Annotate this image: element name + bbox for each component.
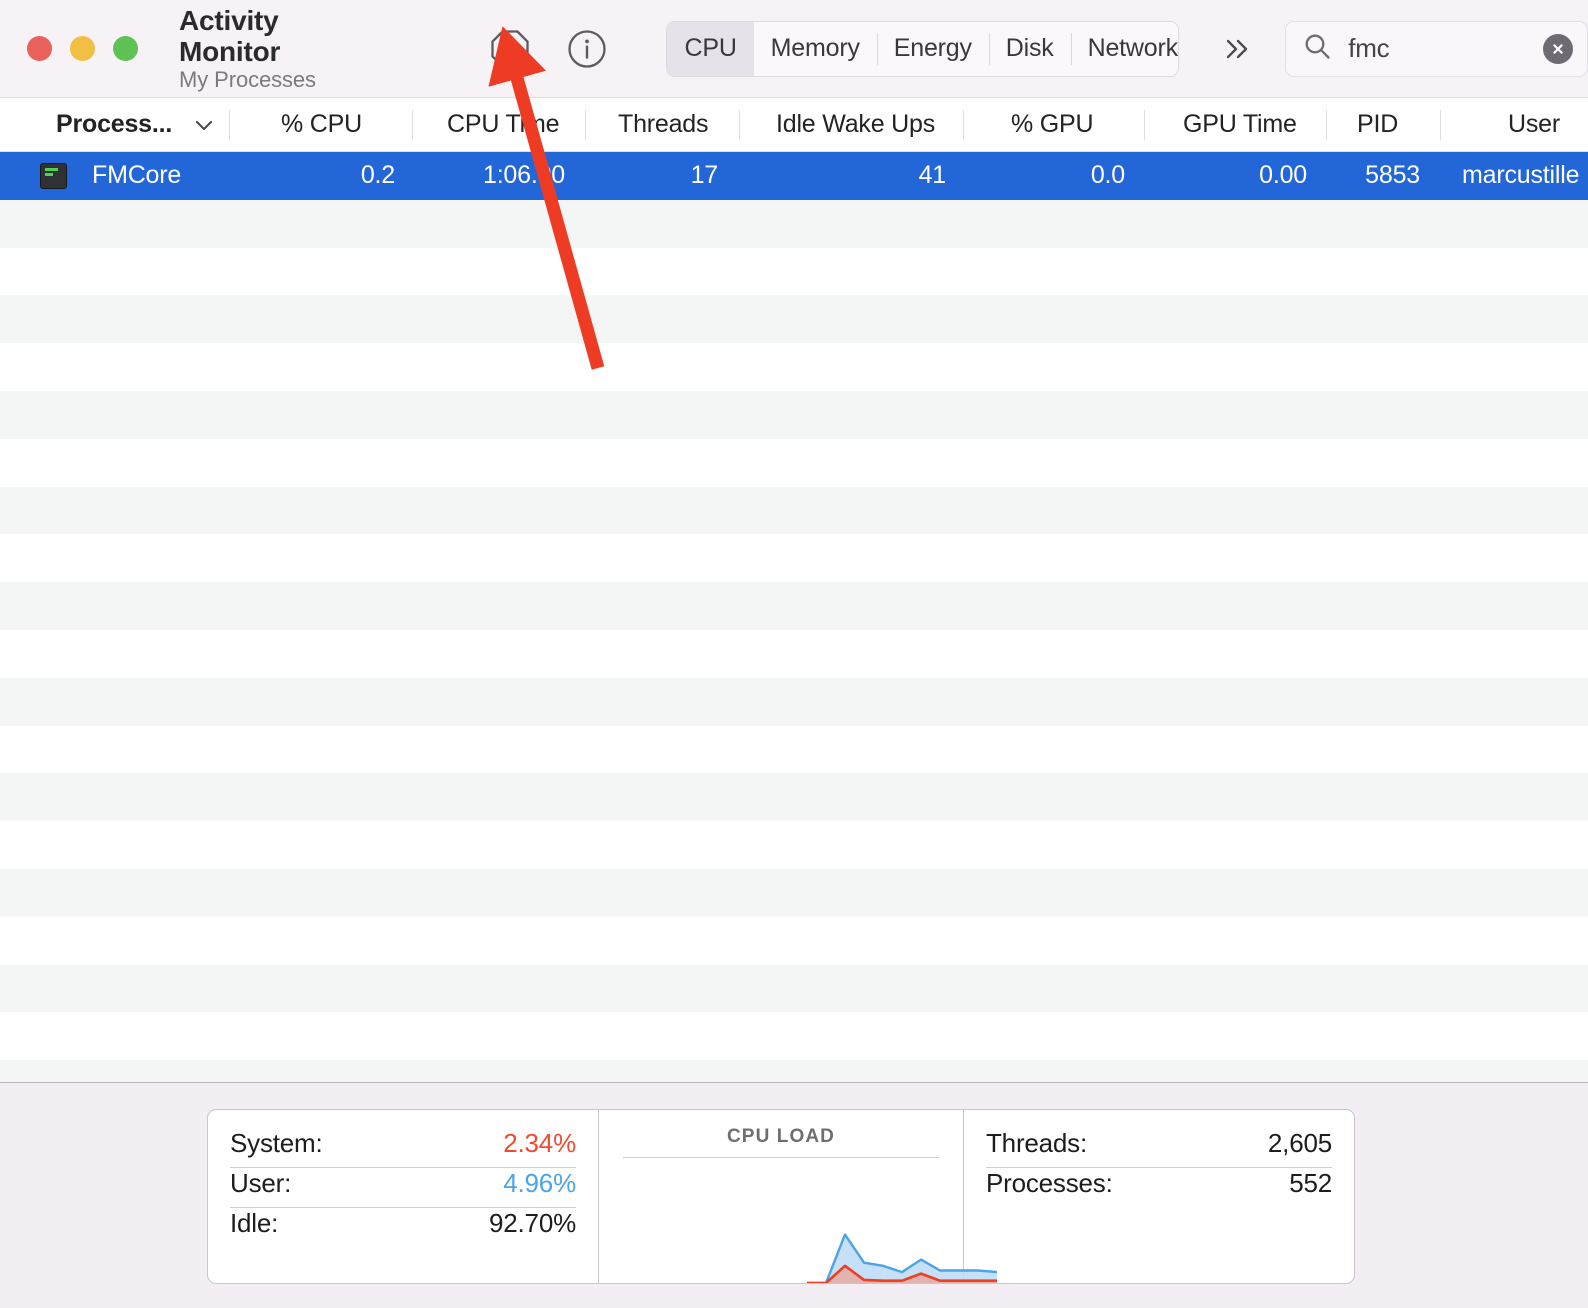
cell-cpu-percent: 0.2 xyxy=(360,161,395,190)
table-row-empty[interactable] xyxy=(0,582,1588,630)
process-table[interactable]: FMCore 0.2 1:06.00 17 41 0.0 0.00 5853 m… xyxy=(0,152,1588,1082)
table-row-empty[interactable] xyxy=(0,295,1588,344)
table-row-empty[interactable] xyxy=(0,390,1588,439)
activity-monitor-window: Activity Monitor My Processes CPU Memory… xyxy=(0,0,1588,1308)
search-input[interactable]: fmc xyxy=(1348,33,1543,64)
traffic-light-buttons xyxy=(27,36,138,61)
cell-process-name: FMCore xyxy=(92,161,182,190)
empty-rows-container xyxy=(0,199,1588,1082)
stat-row-idle: Idle: 92.70% xyxy=(230,1208,576,1248)
table-row-empty[interactable] xyxy=(0,868,1588,917)
info-button[interactable] xyxy=(565,27,609,71)
table-row-empty[interactable] xyxy=(0,343,1588,391)
stat-row-system: System: 2.34% xyxy=(230,1128,576,1168)
table-row-empty[interactable] xyxy=(0,199,1588,248)
cell-cpu-time: 1:06.00 xyxy=(482,161,565,190)
stat-value-idle: 92.70% xyxy=(489,1208,576,1238)
table-row-empty[interactable] xyxy=(0,916,1588,965)
table-row-empty[interactable] xyxy=(0,247,1588,296)
window-title-block: Activity Monitor My Processes xyxy=(179,5,380,92)
table-row-empty[interactable] xyxy=(0,773,1588,822)
column-divider[interactable] xyxy=(229,110,230,140)
table-column-header: Process... % CPU CPU Time Threads Idle W… xyxy=(0,97,1588,152)
table-row-empty[interactable] xyxy=(0,677,1588,726)
column-divider[interactable] xyxy=(585,110,586,140)
tab-cpu[interactable]: CPU xyxy=(667,21,754,76)
stat-row-user: User: 4.96% xyxy=(230,1168,576,1208)
column-header-user[interactable]: User xyxy=(1508,97,1560,152)
title-bar: Activity Monitor My Processes CPU Memory… xyxy=(0,0,1588,97)
column-divider[interactable] xyxy=(1144,110,1145,140)
tab-energy[interactable]: Energy xyxy=(876,22,989,76)
cpu-load-title: CPU LOAD xyxy=(726,1126,836,1147)
cell-user: marcustille xyxy=(1462,161,1580,190)
cpu-load-graph-pane: CPU LOAD xyxy=(599,1110,997,1283)
stat-label-user: User: xyxy=(230,1168,292,1198)
stat-value-user: 4.96% xyxy=(503,1168,576,1198)
tab-network[interactable]: Network xyxy=(1070,22,1177,76)
stat-row-processes: Processes: 552 xyxy=(986,1168,1332,1208)
stat-value-system: 2.34% xyxy=(503,1128,576,1158)
table-row-empty[interactable] xyxy=(0,438,1588,487)
column-divider[interactable] xyxy=(412,110,413,140)
column-divider[interactable] xyxy=(963,110,964,140)
clear-search-button[interactable] xyxy=(1542,33,1573,64)
cpu-usage-breakdown: System: 2.34% User: 4.96% Idle: 92.70% xyxy=(208,1110,599,1283)
view-tab-segmented-control[interactable]: CPU Memory Energy Disk Network xyxy=(666,20,1179,77)
stat-row-threads: Threads: 2,605 xyxy=(986,1128,1332,1168)
table-row-empty[interactable] xyxy=(0,486,1588,535)
table-row-empty[interactable] xyxy=(0,1012,1588,1061)
app-title: Activity Monitor xyxy=(179,4,281,68)
toolbar-icon-group xyxy=(488,27,609,71)
column-header-process[interactable]: Process... xyxy=(56,97,215,152)
table-row-empty[interactable] xyxy=(0,821,1588,869)
table-row-empty[interactable] xyxy=(0,629,1588,678)
table-row-empty[interactable] xyxy=(0,534,1588,583)
column-divider[interactable] xyxy=(739,110,740,140)
cpu-load-divider xyxy=(623,1157,939,1158)
stat-label-idle: Idle: xyxy=(230,1208,279,1238)
cell-threads: 17 xyxy=(690,161,719,190)
bottom-status-panel: System: 2.34% User: 4.96% Idle: 92.70% C… xyxy=(0,1082,1588,1308)
column-header-idle-wake-ups[interactable]: Idle Wake Ups xyxy=(776,97,935,152)
minimize-window-button[interactable] xyxy=(70,36,95,61)
column-header-cpu-time[interactable]: CPU Time xyxy=(447,97,560,152)
table-row-empty[interactable] xyxy=(0,1060,1588,1082)
column-header-threads[interactable]: Threads xyxy=(618,97,709,152)
system-counters: Threads: 2,605 Processes: 552 xyxy=(964,1110,1354,1283)
stat-value-threads: 2,605 xyxy=(1267,1128,1332,1158)
quit-process-button[interactable] xyxy=(488,27,532,71)
cell-pid: 5853 xyxy=(1365,161,1420,190)
column-divider[interactable] xyxy=(1326,110,1327,140)
tab-disk[interactable]: Disk xyxy=(988,22,1071,76)
table-row-empty[interactable] xyxy=(0,964,1588,1013)
cell-gpu-percent: 0.0 xyxy=(1090,161,1125,190)
table-row[interactable]: FMCore 0.2 1:06.00 17 41 0.0 0.00 5853 m… xyxy=(0,152,1588,200)
cpu-load-chart xyxy=(807,1233,997,1283)
terminal-process-icon xyxy=(40,163,67,189)
stat-value-processes: 552 xyxy=(1289,1168,1332,1198)
tab-memory[interactable]: Memory xyxy=(754,22,877,76)
table-row-empty[interactable] xyxy=(0,725,1588,774)
cpu-stats-card: System: 2.34% User: 4.96% Idle: 92.70% C… xyxy=(207,1109,1355,1284)
cell-idle-wake-ups: 41 xyxy=(918,161,947,190)
column-divider[interactable] xyxy=(1440,110,1441,140)
chevron-double-right-icon[interactable] xyxy=(1217,29,1256,69)
column-header-cpu-percent[interactable]: % CPU xyxy=(281,97,362,152)
column-header-pid[interactable]: PID xyxy=(1357,97,1398,152)
column-header-gpu-time[interactable]: GPU Time xyxy=(1183,97,1297,152)
chevron-down-icon xyxy=(193,118,215,132)
search-field[interactable]: fmc xyxy=(1285,20,1588,77)
stat-label-threads: Threads: xyxy=(986,1128,1088,1158)
magnifier-icon xyxy=(1303,32,1332,66)
cell-gpu-time: 0.00 xyxy=(1259,161,1307,190)
stat-label-processes: Processes: xyxy=(986,1168,1113,1198)
zoom-window-button[interactable] xyxy=(113,36,138,61)
column-header-gpu-percent[interactable]: % GPU xyxy=(1011,97,1094,152)
window-subtitle: My Processes xyxy=(179,66,316,92)
close-window-button[interactable] xyxy=(27,36,52,61)
stat-label-system: System: xyxy=(230,1128,323,1158)
